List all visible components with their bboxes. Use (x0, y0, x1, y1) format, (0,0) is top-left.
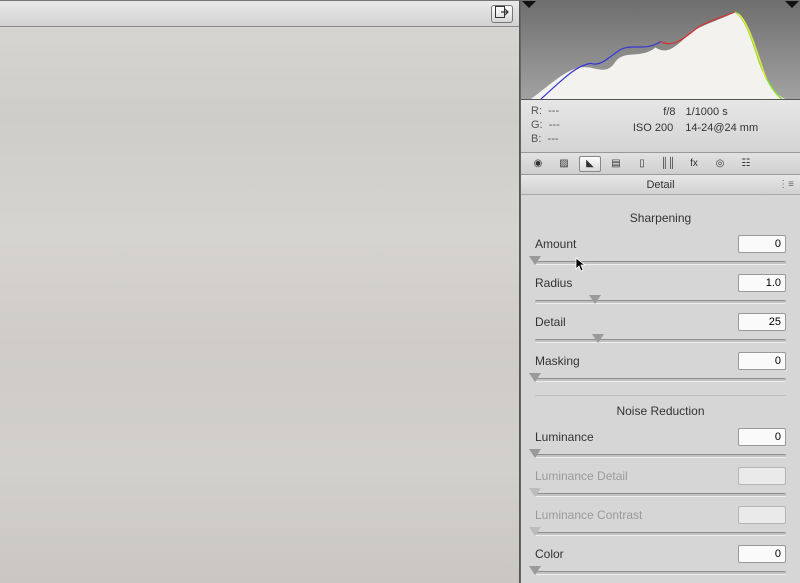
noise-title: Noise Reduction (535, 404, 786, 418)
export-icon (495, 5, 509, 23)
side-panel: R: --- G: --- B: --- f/8 1/1000 s ISO 200… (520, 0, 800, 583)
exposure-readout: f/8 1/1000 s ISO 200 14-24@24 mm (601, 104, 790, 146)
masking-input[interactable] (738, 352, 786, 370)
color-row: Color (535, 545, 786, 578)
luminance-contrast-label: Luminance Contrast (535, 508, 642, 522)
iso: ISO 200 (633, 122, 673, 134)
export-button[interactable] (491, 5, 513, 23)
preview-toolbar (0, 1, 519, 27)
r-val: --- (548, 105, 559, 117)
rgb-readout: R: --- G: --- B: --- (531, 104, 601, 146)
detail-panel: Sharpening Amount Radius Detail (521, 195, 800, 583)
detail-row: Detail (535, 313, 786, 346)
luminance-input[interactable] (738, 428, 786, 446)
detail-input[interactable] (738, 313, 786, 331)
amount-label: Amount (535, 237, 576, 251)
amount-input[interactable] (738, 235, 786, 253)
tab-presets-icon[interactable]: ☷ (735, 156, 757, 172)
color-label: Color (535, 547, 564, 561)
masking-row: Masking (535, 352, 786, 385)
tab-basic-icon[interactable]: ◉ (527, 156, 549, 172)
basic-icon: ◉ (534, 158, 543, 169)
panel-tabs: ◉ ▨ ◣ ▤ ▯ ║║ fx ◎ ☷ (521, 153, 800, 175)
image-preview[interactable] (0, 0, 520, 583)
radius-row: Radius (535, 274, 786, 307)
tab-calib-icon[interactable]: ◎ (709, 156, 731, 172)
presets-icon: ☷ (742, 158, 751, 169)
aperture: f/8 (663, 106, 675, 118)
detail-icon: ◣ (586, 158, 594, 169)
panel-menu-icon[interactable]: ⋮≡ (778, 179, 794, 190)
sharpening-title: Sharpening (535, 211, 786, 225)
luminance-detail-input (738, 467, 786, 485)
g-label: G: (531, 119, 543, 131)
lens: 14-24@24 mm (685, 122, 758, 134)
detail-slider[interactable] (535, 334, 786, 346)
tab-lens-icon[interactable]: ║║ (657, 156, 679, 172)
panel-title: Detail (646, 179, 674, 191)
tab-curve-icon[interactable]: ▨ (553, 156, 575, 172)
histogram[interactable] (521, 0, 800, 100)
tab-detail-icon[interactable]: ◣ (579, 156, 601, 172)
tab-fx-icon[interactable]: fx (683, 156, 705, 172)
amount-row: Amount (535, 235, 786, 268)
radius-input[interactable] (738, 274, 786, 292)
calib-icon: ◎ (716, 158, 725, 169)
split-icon: ▯ (639, 158, 645, 169)
masking-slider[interactable] (535, 373, 786, 385)
color-input[interactable] (738, 545, 786, 563)
luminance-contrast-row: Luminance Contrast (535, 506, 786, 539)
b-val: --- (548, 133, 559, 145)
meta-info: R: --- G: --- B: --- f/8 1/1000 s ISO 200… (521, 100, 800, 153)
radius-slider[interactable] (535, 295, 786, 307)
b-label: B: (531, 133, 541, 145)
amount-slider[interactable] (535, 256, 786, 268)
detail-label: Detail (535, 315, 566, 329)
g-val: --- (549, 119, 560, 131)
luminance-detail-slider (535, 488, 786, 500)
luminance-label: Luminance (535, 430, 594, 444)
app-root: R: --- G: --- B: --- f/8 1/1000 s ISO 200… (0, 0, 800, 583)
r-label: R: (531, 105, 542, 117)
luminance-slider[interactable] (535, 449, 786, 461)
masking-label: Masking (535, 354, 580, 368)
lens-icon: ║║ (661, 158, 675, 169)
tab-split-icon[interactable]: ▯ (631, 156, 653, 172)
luminance-detail-row: Luminance Detail (535, 467, 786, 500)
luminance-contrast-slider (535, 527, 786, 539)
panel-header[interactable]: Detail ⋮≡ (521, 175, 800, 195)
luminance-contrast-input (738, 506, 786, 524)
radius-label: Radius (535, 276, 572, 290)
fx-icon: fx (690, 158, 698, 169)
curve-icon: ▨ (559, 158, 568, 169)
divider (535, 395, 786, 396)
color-slider[interactable] (535, 566, 786, 578)
luminance-detail-label: Luminance Detail (535, 469, 628, 483)
hsl-icon: ▤ (611, 158, 620, 169)
shutter: 1/1000 s (686, 106, 728, 118)
histogram-plot (521, 0, 800, 99)
luminance-row: Luminance (535, 428, 786, 461)
tab-hsl-icon[interactable]: ▤ (605, 156, 627, 172)
